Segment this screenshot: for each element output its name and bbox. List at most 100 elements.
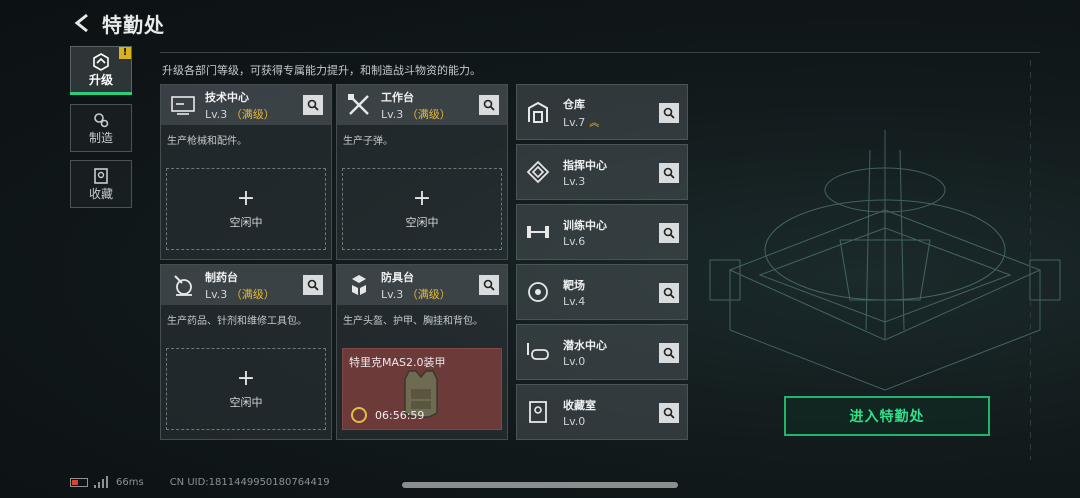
slot-status: 空闲中 — [229, 216, 263, 229]
craft-timer: 06:56:59 — [351, 407, 424, 423]
back-button[interactable] — [70, 10, 94, 36]
facility-description: 生产子弹。 — [343, 136, 393, 147]
details-search-button[interactable] — [659, 283, 679, 303]
facility-level: Lv.3 — [381, 107, 404, 121]
decor-dash-line — [1030, 60, 1031, 460]
facility-card-training-center[interactable]: 训练中心 Lv.6 — [516, 204, 688, 260]
details-search-button[interactable] — [659, 223, 679, 243]
details-search-button[interactable] — [659, 163, 679, 183]
facility-description: 生产枪械和配件。 — [167, 136, 247, 147]
facility-name: 工作台 — [381, 90, 414, 104]
workbench-icon — [345, 91, 373, 119]
tab-label: 制造 — [88, 130, 113, 145]
facility-level: Lv.0 — [563, 414, 586, 428]
base-blueprint-art — [709, 130, 1061, 391]
upgrade-icon — [93, 52, 109, 71]
facility-level: Lv.3 — [563, 174, 586, 188]
facility-name: 潜水中心 — [563, 338, 607, 352]
gears-icon — [94, 112, 109, 127]
enter-special-ops-button[interactable]: 进入特勤处 — [784, 396, 990, 436]
facility-name: 收藏室 — [563, 398, 596, 412]
facility-level: Lv.4 — [563, 294, 586, 308]
facility-card-diving-center[interactable]: 潜水中心 Lv.0 — [516, 324, 688, 380]
facility-level: Lv.7 — [563, 115, 586, 129]
facility-card-pharmacy[interactable]: 制药台 Lv.3 （满级） 生产药品、针剂和维修工具包。 + 空闲中 — [160, 264, 332, 440]
tab-upgrade[interactable]: ! 升级 — [70, 46, 132, 95]
facility-card-shooting-range[interactable]: 靶场 Lv.4 — [516, 264, 688, 320]
facility-level: Lv.3 — [205, 107, 228, 121]
tab-collection[interactable]: 收藏 — [70, 160, 132, 208]
craft-timer-value: 06:56:59 — [375, 408, 425, 422]
details-search-button[interactable] — [303, 275, 323, 295]
max-level-tag: （满级） — [230, 107, 275, 121]
search-icon — [663, 287, 675, 299]
facility-card-workbench[interactable]: 工作台 Lv.3 （满级） 生产子弹。 + 空闲中 — [336, 84, 508, 260]
search-icon — [663, 227, 675, 239]
facility-name: 指挥中心 — [563, 158, 607, 172]
details-search-button[interactable] — [659, 403, 679, 423]
facility-name: 靶场 — [563, 278, 585, 292]
pharmacy-icon — [169, 271, 197, 299]
facility-name: 防具台 — [381, 270, 414, 284]
search-icon — [483, 279, 495, 291]
facility-level: Lv.3 — [381, 287, 404, 301]
facility-level: Lv.6 — [563, 234, 586, 248]
max-level-tag: （满级） — [230, 287, 275, 301]
search-icon — [483, 99, 495, 111]
ping-value: 66ms — [116, 476, 144, 488]
intro-text: 升级各部门等级，可获得专属能力提升，和制造战斗物资的能力。 — [162, 64, 481, 77]
signal-icon — [94, 476, 108, 488]
warehouse-icon — [525, 99, 551, 125]
facility-level: Lv.3 — [205, 287, 228, 301]
production-slot-active[interactable]: 特里克MAS2.0装甲 06:56:59 — [342, 348, 502, 430]
facility-description: 生产药品、针剂和维修工具包。 — [167, 316, 307, 327]
max-level-tag: （满级） — [406, 287, 451, 301]
collection-room-icon — [525, 399, 551, 425]
add-icon: + — [236, 186, 256, 211]
search-icon — [663, 407, 675, 419]
slot-status: 空闲中 — [229, 396, 263, 409]
facility-level: Lv.0 — [563, 354, 586, 368]
facility-card-command-center[interactable]: 指挥中心 Lv.3 — [516, 144, 688, 200]
armor-bench-icon — [345, 271, 373, 299]
add-icon: + — [236, 366, 256, 391]
user-uid: CN UID:1811449950180764419 — [169, 476, 330, 488]
slot-status: 空闲中 — [405, 216, 439, 229]
home-indicator[interactable] — [402, 482, 678, 488]
search-icon — [663, 347, 675, 359]
header-divider — [160, 52, 1040, 53]
details-search-button[interactable] — [479, 275, 499, 295]
shooting-range-icon — [525, 279, 551, 305]
details-search-button[interactable] — [659, 103, 679, 123]
facility-card-armor-bench[interactable]: 防具台 Lv.3 （满级） 生产头盔、护甲、胸挂和背包。 特里克MAS2.0装甲… — [336, 264, 508, 440]
details-search-button[interactable] — [479, 95, 499, 115]
alert-badge: ! — [119, 47, 131, 59]
production-slot-empty[interactable]: + 空闲中 — [342, 168, 502, 250]
tech-center-icon — [169, 91, 197, 119]
command-center-icon — [525, 159, 551, 185]
details-search-button[interactable] — [303, 95, 323, 115]
facility-description: 生产头盔、护甲、胸挂和背包。 — [343, 316, 483, 327]
details-search-button[interactable] — [659, 343, 679, 363]
search-icon — [307, 99, 319, 111]
upgrade-available-icon: ︽ — [589, 117, 600, 129]
max-level-tag: （满级） — [406, 107, 451, 121]
facility-card-tech-center[interactable]: 技术中心 Lv.3 （满级） 生产枪械和配件。 + 空闲中 — [160, 84, 332, 260]
status-bar: 66ms CN UID:1811449950180764419 — [70, 476, 330, 488]
training-center-icon — [525, 219, 551, 245]
timer-icon — [351, 407, 367, 423]
facility-name: 技术中心 — [205, 90, 249, 104]
collection-icon — [94, 167, 108, 184]
search-icon — [307, 279, 319, 291]
back-arrow-icon — [74, 13, 88, 33]
production-slot-empty[interactable]: + 空闲中 — [166, 348, 326, 430]
tab-label: 升级 — [88, 72, 113, 87]
facility-card-collection-room[interactable]: 收藏室 Lv.0 — [516, 384, 688, 440]
facility-name: 制药台 — [205, 270, 238, 284]
production-slot-empty[interactable]: + 空闲中 — [166, 168, 326, 250]
facility-name: 仓库 — [563, 97, 585, 111]
facility-card-warehouse[interactable]: 仓库 Lv.7 ︽ — [516, 84, 688, 140]
facility-name: 训练中心 — [563, 218, 607, 232]
add-icon: + — [412, 186, 432, 211]
tab-craft[interactable]: 制造 — [70, 104, 132, 152]
